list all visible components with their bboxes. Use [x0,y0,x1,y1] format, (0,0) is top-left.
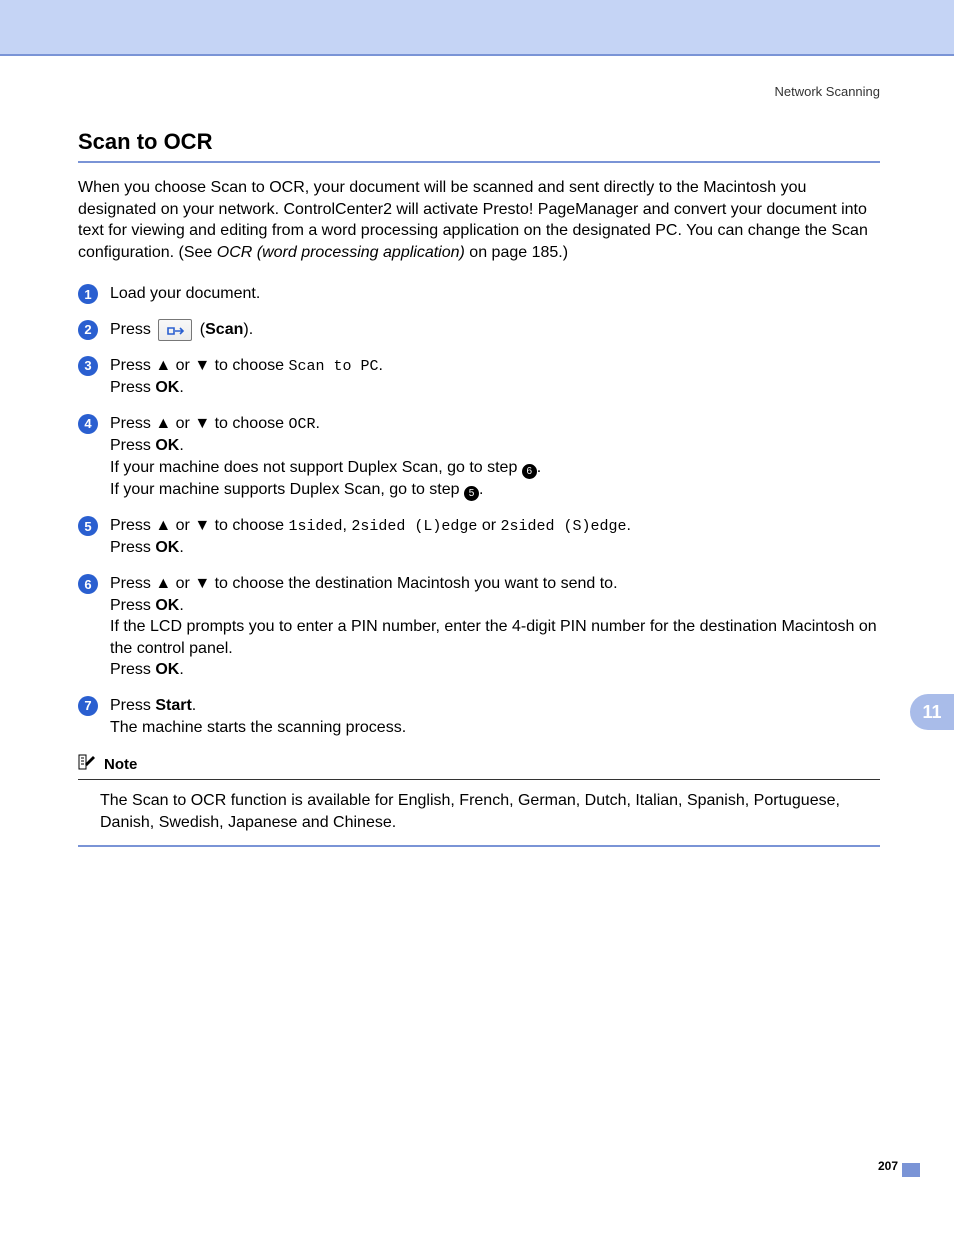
t: Press [110,661,155,678]
step-5: 5 Press ▲ or ▼ to choose 1sided, 2sided … [78,515,880,559]
note-block: Note The Scan to OCR function is availab… [78,752,880,847]
page-number: 207 [878,1159,898,1173]
step-3: 3 Press ▲ or ▼ to choose Scan to PC. Pre… [78,355,880,399]
t: . [179,597,183,614]
chapter-tab: 11 [910,694,954,730]
t: Press [110,379,155,396]
t: to choose [210,357,288,374]
step-list: 1 Load your document. 2 Press (Scan). 3 … [78,283,880,738]
code-1sided: 1sided [288,518,342,535]
t: . [179,539,183,556]
step-2-body: Press (Scan). [110,319,253,341]
note-label: Note [104,756,137,773]
up-arrow-icon: ▲ [155,357,171,374]
page-number-bar [902,1163,920,1177]
note-header: Note [78,752,880,780]
step-3-body: Press ▲ or ▼ to choose Scan to PC. Press… [110,355,383,399]
t: Press [110,575,155,592]
t: Press [110,415,155,432]
t: . [315,415,319,432]
scan-key-icon [158,319,192,341]
step-6-body: Press ▲ or ▼ to choose the destination M… [110,573,880,681]
t: . [192,697,196,714]
step-7-body: Press Start. The machine starts the scan… [110,695,406,738]
breadcrumb: Network Scanning [0,56,954,99]
t: Press [110,597,155,614]
ok-label: OK [155,437,179,454]
t: . [179,661,183,678]
intro-paragraph: When you choose Scan to OCR, your docume… [78,177,880,263]
step-2-paren-open: ( [195,321,205,338]
t: . [537,459,541,476]
step-2: 2 Press (Scan). [78,319,880,341]
t: or [171,517,194,534]
section-title: Scan to OCR [78,129,880,155]
step-2-press: Press [110,321,155,338]
title-rule [78,161,880,163]
step-6: 6 Press ▲ or ▼ to choose the destination… [78,573,880,681]
t: If the LCD prompts you to enter a PIN nu… [110,618,877,657]
start-label: Start [155,697,191,714]
intro-ref: OCR (word processing application) [217,244,465,261]
step-badge-4: 4 [78,414,98,434]
t: , [342,517,351,534]
t: Press [110,517,155,534]
t: If your machine supports Duplex Scan, go… [110,481,464,498]
step-ref-icon: 6 [522,464,537,479]
step-2-scan: Scan [205,321,243,338]
t: . [179,437,183,454]
step-badge-3: 3 [78,356,98,376]
t: . [479,481,483,498]
ok-label: OK [155,661,179,678]
t: . [627,517,631,534]
t: If your machine does not support Duplex … [110,459,522,476]
down-arrow-icon: ▼ [194,575,210,592]
step-5-body: Press ▲ or ▼ to choose 1sided, 2sided (L… [110,515,631,559]
step-2-paren-close: ). [243,321,253,338]
t: or [171,357,194,374]
code-2sided-l: 2sided (L)edge [351,518,477,535]
up-arrow-icon: ▲ [155,415,171,432]
step-badge-2: 2 [78,320,98,340]
step-4: 4 Press ▲ or ▼ to choose OCR. Press OK. … [78,413,880,501]
t: . [378,357,382,374]
down-arrow-icon: ▼ [194,357,210,374]
t: Press [110,437,155,454]
note-pencil-icon [78,752,100,777]
code-ocr: OCR [288,416,315,433]
top-banner [0,0,954,56]
note-body: The Scan to OCR function is available fo… [78,780,880,847]
down-arrow-icon: ▼ [194,415,210,432]
code-scan-to-pc: Scan to PC [288,358,378,375]
t: or [171,575,194,592]
up-arrow-icon: ▲ [155,575,171,592]
code-2sided-s: 2sided (S)edge [501,518,627,535]
page-content: Scan to OCR When you choose Scan to OCR,… [0,99,954,847]
t: to choose [210,517,288,534]
t: . [179,379,183,396]
step-ref-icon: 5 [464,486,479,501]
step-4-body: Press ▲ or ▼ to choose OCR. Press OK. If… [110,413,541,501]
ok-label: OK [155,539,179,556]
down-arrow-icon: ▼ [194,517,210,534]
step-badge-7: 7 [78,696,98,716]
t: or [171,415,194,432]
intro-text-suffix: on page 185.) [465,244,568,261]
t: to choose the destination Macintosh you … [210,575,617,592]
step-1-body: Load your document. [110,283,260,305]
step-badge-6: 6 [78,574,98,594]
t: The machine starts the scanning process. [110,719,406,736]
t: Press [110,357,155,374]
t: Press [110,539,155,556]
up-arrow-icon: ▲ [155,517,171,534]
t: or [477,517,500,534]
ok-label: OK [155,597,179,614]
step-badge-5: 5 [78,516,98,536]
ok-label: OK [155,379,179,396]
step-7: 7 Press Start. The machine starts the sc… [78,695,880,738]
step-badge-1: 1 [78,284,98,304]
step-1: 1 Load your document. [78,283,880,305]
t: Press [110,697,155,714]
t: to choose [210,415,288,432]
